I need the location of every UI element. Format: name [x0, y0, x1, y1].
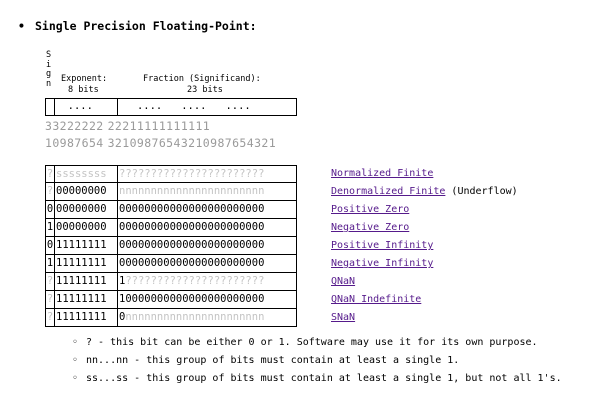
fraction-bits-cell: 00000000000000000000000 [117, 237, 297, 255]
encoding-row: 0 00000000 00000000000000000000000 [45, 201, 297, 219]
exponent-bits-cell: 00000000 [54, 219, 118, 237]
encoding-label: SNaN [331, 312, 355, 323]
encoding-row: 0 11111111 00000000000000000000000 [45, 237, 297, 255]
encoding-row: ? ssssssss??????????????????????? [45, 165, 297, 183]
encoding-label: QNaN [331, 276, 355, 287]
encoding-link[interactable]: Denormalized Finite [331, 186, 445, 197]
encoding-label: Positive Zero [331, 204, 409, 215]
note-bullet: ◦ [72, 355, 79, 366]
fraction-bits-cell: 00000000000000000000000 [117, 219, 297, 237]
fraction-bits: 00000000000000000000000 [119, 239, 265, 251]
fraction-bits-cell: 0nnnnnnnnnnnnnnnnnnnnnn [117, 309, 297, 327]
exponent-bits-cell: 11111111 [54, 273, 118, 291]
encoding-label: QNaN Indefinite [331, 294, 421, 305]
fraction-label: Fraction (Significand): [143, 74, 261, 84]
fraction-bits-label: 23 bits [187, 85, 223, 95]
exponent-bits-cell: 00000000 [54, 201, 118, 219]
exponent-bits-cell: 11111111 [54, 309, 118, 327]
encoding-link[interactable]: QNaN [331, 276, 355, 287]
note-item: ◦? - this bit can be either 0 or 1. Soft… [72, 334, 562, 352]
encoding-label: Positive Infinity [331, 240, 433, 251]
fraction-bits-cell: 00000000000000000000000 [117, 255, 297, 273]
section-title: Single Precision Floating-Point: [35, 19, 257, 33]
encoding-label: Normalized Finite [331, 168, 433, 179]
encoding-row: ? 11111111 0nnnnnnnnnnnnnnnnnnnnnn [45, 309, 297, 327]
layout-exponent-cell: .... [54, 98, 118, 116]
bit-number-tens: 33222222 22211111111111 [45, 119, 211, 133]
fraction-bits: 00000000000000000000000 [119, 221, 265, 233]
exponent-label: Exponent: [61, 74, 108, 84]
encoding-link[interactable]: SNaN [331, 312, 355, 323]
section-heading: • Single Precision Floating-Point: [18, 19, 257, 33]
exponent-bits-cell: 11111111 [54, 291, 118, 309]
bullet: • [18, 19, 25, 33]
note-item: ◦ nn...nn - this group of bits must conta… [72, 352, 562, 370]
exponent-bits-label: 8 bits [68, 85, 99, 95]
encoding-link[interactable]: Negative Zero [331, 222, 409, 233]
encoding-link[interactable]: QNaN Indefinite [331, 294, 421, 305]
bit-number-ones: 10987654 32109876543210987654321 [45, 136, 277, 150]
note-bullet: ◦ [72, 337, 79, 348]
exponent-bits-cell: 00000000 [54, 183, 118, 201]
encoding-row: 1 00000000 00000000000000000000000 [45, 219, 297, 237]
encoding-row: 1 11111111 00000000000000000000000 [45, 255, 297, 273]
note-item: ◦ ss...ss - this group of bits must conta… [72, 370, 562, 388]
encoding-row: ? 00000000 nnnnnnnnnnnnnnnnnnnnnnn [45, 183, 297, 201]
fraction-bits-cell: ??????????????????????? [117, 165, 297, 183]
sign-label: S i g n [46, 50, 52, 89]
layout-fraction-cell: .... .... .... [117, 98, 297, 116]
encoding-row: ? 11111111 10000000000000000000000 [45, 291, 297, 309]
fraction-bits: ??????????????????????? [119, 168, 265, 180]
encoding-label: Negative Infinity [331, 258, 433, 269]
fraction-bits-cell: 00000000000000000000000 [117, 201, 297, 219]
fraction-bits-cell: 1?????????????????????? [117, 273, 297, 291]
notes-list: ◦? - this bit can be either 0 or 1. Soft… [72, 334, 562, 388]
note-bullet: ◦ [72, 373, 79, 384]
encoding-note: (Underflow) [451, 186, 518, 197]
encoding-label: Negative Zero [331, 222, 409, 233]
encoding-link[interactable]: Negative Infinity [331, 258, 433, 269]
fraction-bits-cell: 10000000000000000000000 [117, 291, 297, 309]
fraction-bits: nnnnnnnnnnnnnnnnnnnnnn [125, 311, 265, 323]
encoding-link[interactable]: Positive Zero [331, 204, 409, 215]
encoding-label: Denormalized Finite (Underflow) [331, 186, 518, 197]
fraction-bits: 10000000000000000000000 [119, 293, 265, 305]
fraction-bits: 00000000000000000000000 [119, 203, 265, 215]
fraction-bits: nnnnnnnnnnnnnnnnnnnnnnn [119, 185, 265, 197]
fraction-bits: ?????????????????????? [125, 275, 265, 287]
exponent-bits-cell: 11111111 [54, 255, 118, 273]
exponent-bits-cell: ssssssss [54, 165, 118, 183]
encoding-link[interactable]: Positive Infinity [331, 240, 433, 251]
encoding-link[interactable]: Normalized Finite [331, 168, 433, 179]
fraction-bits: 00000000000000000000000 [119, 257, 265, 269]
exponent-bits-cell: 11111111 [54, 237, 118, 255]
fraction-bits-cell: nnnnnnnnnnnnnnnnnnnnnnn [117, 183, 297, 201]
encoding-row: ? 11111111 1?????????????????????? [45, 273, 297, 291]
